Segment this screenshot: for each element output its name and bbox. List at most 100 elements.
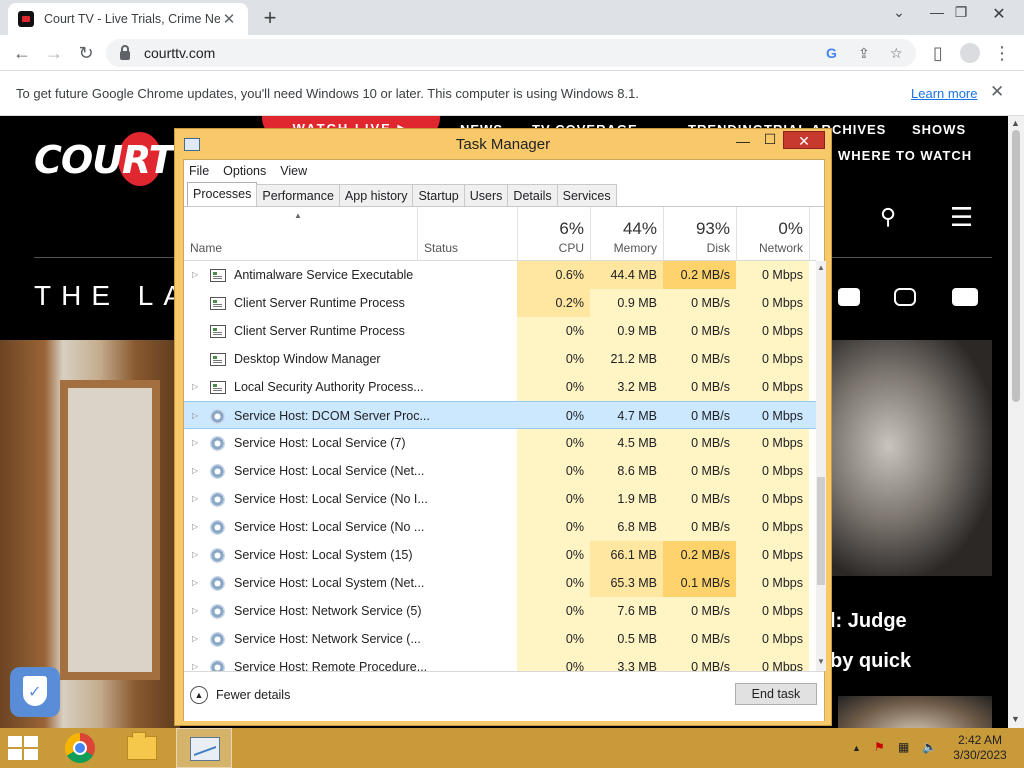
share-icon[interactable]: ⇪ bbox=[858, 45, 870, 62]
scroll-down-icon[interactable]: ▼ bbox=[1011, 714, 1020, 724]
task-manager-titlebar[interactable]: Task Manager — ☐ ✕ bbox=[175, 129, 831, 159]
instagram-icon[interactable] bbox=[894, 288, 916, 306]
taskbar-task-manager[interactable] bbox=[176, 728, 232, 768]
nav-where-to-watch[interactable]: WHERE TO WATCH bbox=[838, 148, 972, 163]
expand-arrow-icon[interactable]: ▷ bbox=[192, 597, 198, 625]
expand-arrow-icon[interactable]: ▷ bbox=[192, 569, 198, 597]
expand-arrow-icon[interactable]: ▷ bbox=[192, 402, 198, 430]
taskbar-file-explorer[interactable] bbox=[114, 728, 170, 768]
expand-arrow-icon[interactable]: ▷ bbox=[192, 429, 198, 457]
tab-app-history[interactable]: App history bbox=[338, 184, 414, 207]
learn-more-link[interactable]: Learn more bbox=[911, 86, 977, 101]
process-row[interactable]: ▷ Service Host: Remote Procedure... 0% 3.3 … bbox=[184, 653, 816, 671]
process-row[interactable]: ▷ Service Host: Local Service (Net... 0% 8.… bbox=[184, 457, 816, 485]
expand-arrow-icon[interactable]: ▷ bbox=[192, 485, 198, 513]
expand-arrow-icon[interactable]: ▷ bbox=[192, 261, 198, 289]
close-window-button[interactable]: ✕ bbox=[984, 4, 1014, 24]
nav-shows[interactable]: SHOWS bbox=[912, 122, 966, 137]
article-photo[interactable] bbox=[838, 696, 992, 728]
tab-processes[interactable]: Processes bbox=[187, 182, 258, 207]
address-bar[interactable]: courttv.com G ⇪ ☆ bbox=[106, 39, 916, 67]
tab-startup[interactable]: Startup bbox=[412, 184, 465, 207]
process-row[interactable]: ▷ Service Host: Local System (Net... 0% 65.… bbox=[184, 569, 816, 597]
security-shield-icon[interactable] bbox=[10, 667, 60, 717]
process-list-scrollbar[interactable]: ▲ ▼ bbox=[816, 261, 826, 671]
process-row[interactable]: ▷ Service Host: Local Service (No ... 0% 6.… bbox=[184, 513, 816, 541]
lock-icon[interactable] bbox=[120, 44, 130, 60]
process-row[interactable]: ▷ Service Host: Network Service (5) 0% 7.6 … bbox=[184, 597, 816, 625]
cpu-percent[interactable]: 6% bbox=[517, 219, 584, 239]
system-clock[interactable]: 2:42 AM 3/30/2023 bbox=[950, 733, 1010, 763]
process-row[interactable]: ▷ Service Host: Network Service (... 0% 0.5… bbox=[184, 625, 816, 653]
search-icon[interactable]: ⚲ bbox=[880, 204, 896, 230]
expand-arrow-icon[interactable]: ▷ bbox=[192, 457, 198, 485]
col-disk[interactable]: Disk bbox=[663, 241, 730, 255]
page-scroll-thumb[interactable] bbox=[1012, 130, 1020, 402]
tm-minimize-button[interactable]: — bbox=[731, 133, 755, 149]
chrome-menu-icon[interactable]: ⋮ bbox=[990, 41, 1014, 65]
menu-file[interactable]: File bbox=[189, 164, 209, 178]
browser-tab[interactable]: Court TV - Live Trials, Crime New ✕ bbox=[8, 3, 248, 35]
process-row[interactable]: Desktop Window Manager 0% 21.2 MB 0 MB/s 0 M… bbox=[184, 345, 816, 373]
tab-services[interactable]: Services bbox=[556, 184, 617, 207]
tm-maximize-button[interactable]: ☐ bbox=[758, 131, 782, 148]
side-panel-icon[interactable]: ▯ bbox=[926, 41, 950, 65]
reload-button[interactable]: ↻ bbox=[74, 41, 98, 65]
facebook-icon[interactable] bbox=[838, 288, 860, 306]
expand-arrow-icon[interactable]: ▷ bbox=[192, 653, 198, 671]
col-status[interactable]: Status bbox=[424, 241, 458, 255]
process-row[interactable]: Client Server Runtime Process 0.2% 0.9 MB 0… bbox=[184, 289, 816, 317]
col-name[interactable]: Name bbox=[190, 241, 222, 255]
expand-arrow-icon[interactable]: ▷ bbox=[192, 373, 198, 401]
infobar-close-icon[interactable]: ✕ bbox=[990, 82, 1004, 102]
tab-close-icon[interactable]: ✕ bbox=[220, 10, 238, 28]
youtube-icon[interactable] bbox=[952, 288, 978, 306]
process-row[interactable]: ▷ Service Host: Local Service (No I... 0% 1… bbox=[184, 485, 816, 513]
profile-avatar-icon[interactable] bbox=[958, 41, 982, 65]
col-memory[interactable]: Memory bbox=[590, 241, 657, 255]
col-cpu[interactable]: CPU bbox=[517, 241, 584, 255]
volume-muted-icon[interactable]: 🔈 bbox=[922, 740, 937, 754]
page-scrollbar[interactable]: ▲ ▼ bbox=[1008, 116, 1024, 728]
tab-search-icon[interactable]: ⌄ bbox=[884, 4, 914, 21]
action-center-flag-icon[interactable]: ⚑ bbox=[874, 740, 885, 754]
forward-button[interactable]: → bbox=[42, 41, 66, 65]
expand-arrow-icon[interactable]: ▷ bbox=[192, 625, 198, 653]
start-button[interactable] bbox=[8, 736, 40, 760]
scroll-up-icon[interactable]: ▲ bbox=[1011, 118, 1020, 128]
google-translate-icon[interactable]: G bbox=[826, 45, 837, 61]
menu-options[interactable]: Options bbox=[223, 164, 266, 178]
bookmark-star-icon[interactable]: ☆ bbox=[890, 45, 903, 62]
hamburger-menu-icon[interactable]: ☰ bbox=[950, 202, 973, 233]
process-row[interactable]: ▷ Antimalware Service Executable 0.6% 44.4 … bbox=[184, 261, 816, 289]
expand-arrow-icon[interactable]: ▷ bbox=[192, 513, 198, 541]
network-icon[interactable]: ▦ bbox=[898, 740, 909, 754]
process-row[interactable]: ▷ Service Host: Local Service (7) 0% 4.5 MB… bbox=[184, 429, 816, 457]
list-scroll-thumb[interactable] bbox=[817, 477, 825, 585]
tab-details[interactable]: Details bbox=[507, 184, 558, 207]
tray-overflow-icon[interactable]: ▲ bbox=[852, 743, 861, 753]
tab-performance[interactable]: Performance bbox=[256, 184, 340, 207]
col-network[interactable]: Network bbox=[736, 241, 803, 255]
headline-line-2[interactable]: by quick bbox=[830, 650, 911, 673]
tm-close-button[interactable]: ✕ bbox=[783, 131, 825, 149]
memory-percent[interactable]: 44% bbox=[590, 219, 657, 239]
process-row[interactable]: ▷ Service Host: Local System (15) 0% 66.1 M… bbox=[184, 541, 816, 569]
disk-percent[interactable]: 93% bbox=[663, 219, 730, 239]
fewer-details-button[interactable]: ▲ Fewer details bbox=[190, 686, 290, 704]
back-button[interactable]: ← bbox=[10, 41, 34, 65]
process-row[interactable]: ▷ Local Security Authority Process... 0% 3.… bbox=[184, 373, 816, 401]
process-row[interactable]: ▷ Service Host: DCOM Server Proc... 0% 4.7 … bbox=[184, 401, 816, 429]
expand-arrow-icon[interactable]: ▷ bbox=[192, 541, 198, 569]
menu-view[interactable]: View bbox=[280, 164, 307, 178]
process-row[interactable]: Client Server Runtime Process 0% 0.9 MB 0 M… bbox=[184, 317, 816, 345]
new-tab-button[interactable]: + bbox=[258, 5, 282, 31]
tab-users[interactable]: Users bbox=[463, 184, 509, 207]
list-scroll-down-icon[interactable]: ▼ bbox=[816, 657, 826, 666]
network-percent[interactable]: 0% bbox=[736, 219, 803, 239]
maximize-window-button[interactable]: ❐ bbox=[946, 4, 976, 21]
taskbar-chrome[interactable] bbox=[52, 728, 108, 768]
judge-photo[interactable] bbox=[820, 340, 992, 576]
headline-line-1[interactable]: l: Judge bbox=[830, 610, 907, 633]
end-task-button[interactable]: End task bbox=[735, 683, 817, 705]
